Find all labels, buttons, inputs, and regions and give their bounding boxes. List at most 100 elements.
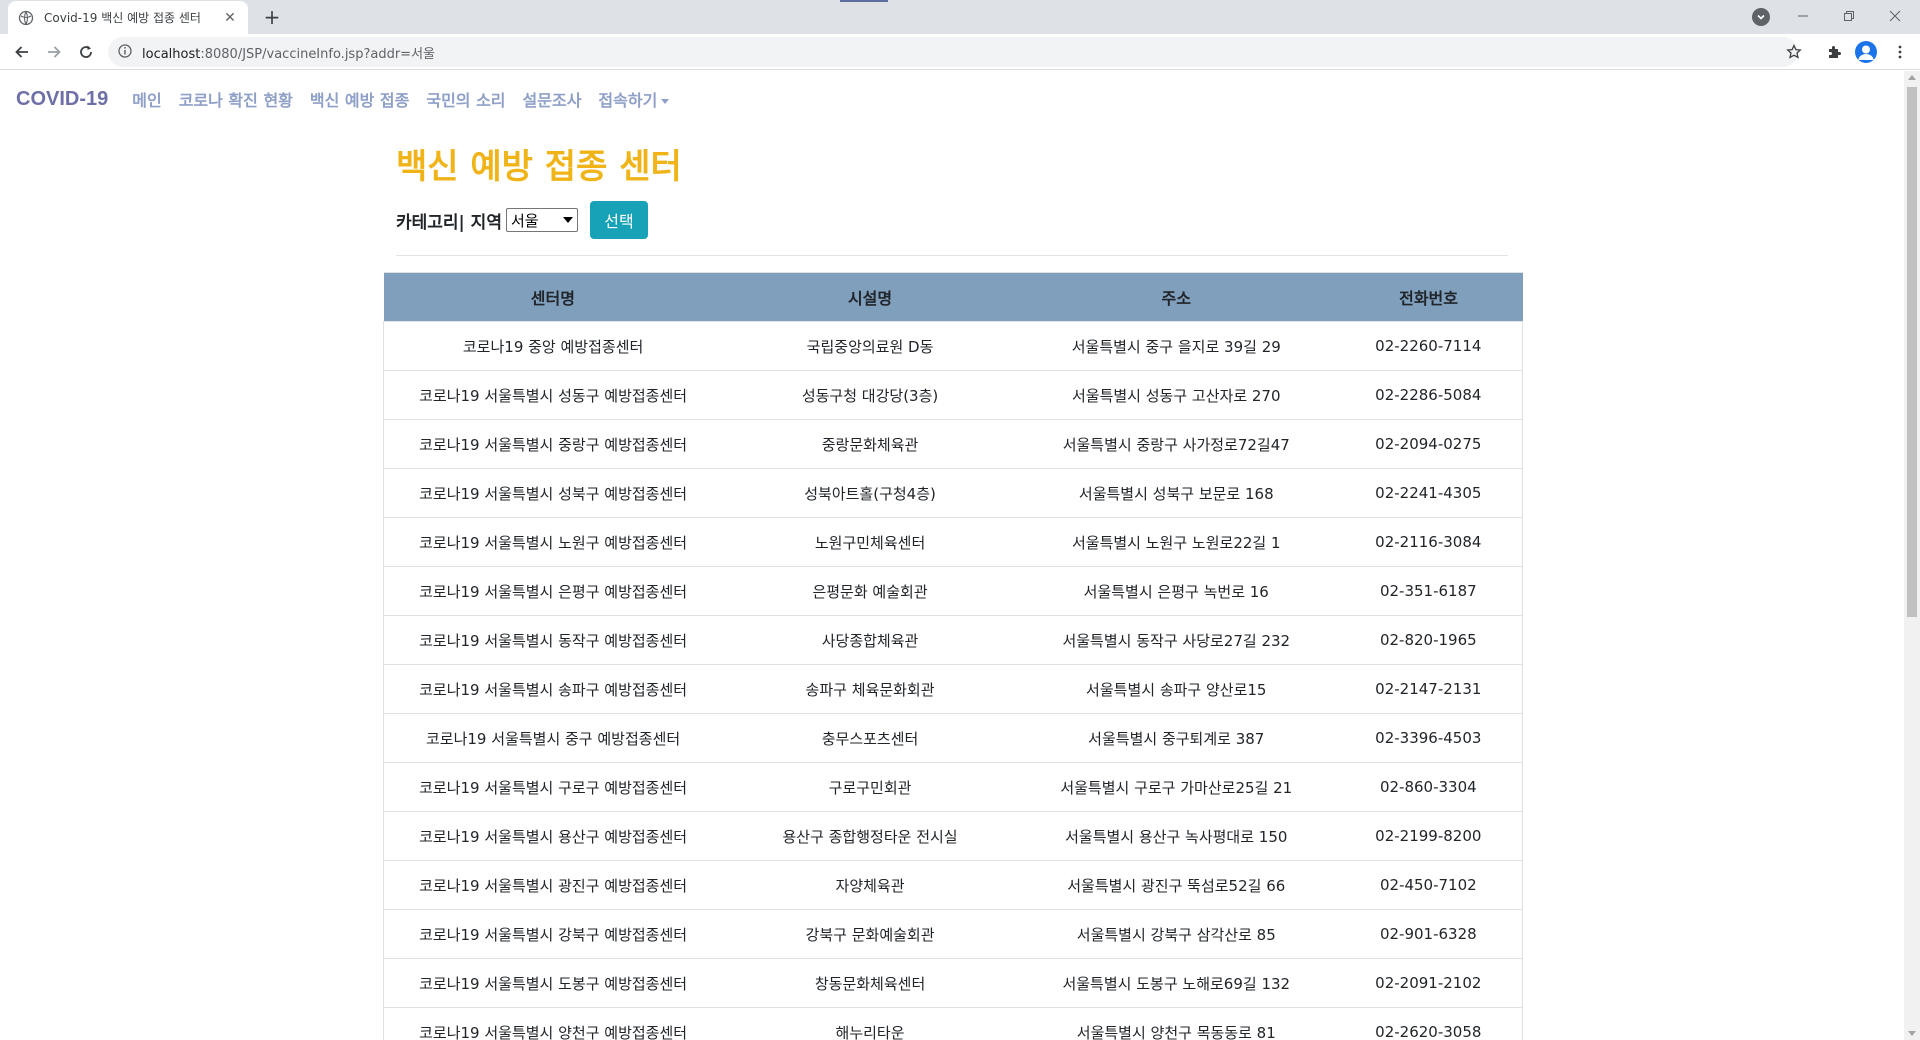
tab-search-icon[interactable] — [1752, 8, 1770, 26]
vaccine-center-table-wrap: 센터명 시설명 주소 전화번호 코로나19 중앙 예방접종센터 국립중앙의료원 D… — [383, 272, 1523, 1040]
facility-cell: 구로구민회관 — [722, 762, 1018, 812]
info-icon[interactable] — [118, 43, 132, 62]
bookmark-star-icon[interactable] — [1780, 38, 1808, 66]
facility-cell: 사당종합체육관 — [722, 615, 1018, 665]
kebab-menu-icon[interactable] — [1886, 38, 1914, 66]
filter-row: 카테고리| 지역 서울 선택 — [396, 200, 648, 240]
table-row: 코로나19 서울특별시 중랑구 예방접종센터 중랑문화체육관 서울특별시 중랑구 사… — [383, 419, 1523, 469]
nav-link-voice[interactable]: 국민의 소리 — [426, 87, 505, 111]
address-cell: 서울특별시 성북구 보문로 168 — [1017, 468, 1335, 518]
restore-window-icon[interactable] — [1826, 0, 1872, 32]
address-cell: 서울특별시 노원구 노원로22길 1 — [1017, 517, 1335, 567]
scroll-down-arrow-icon[interactable] — [1908, 1031, 1916, 1036]
browser-tab[interactable]: Covid-19 백신 예방 접종 센터 ✕ — [8, 1, 248, 34]
center-name-cell: 코로나19 중앙 예방접종센터 — [383, 321, 723, 371]
facility-cell: 은평문화 예술회관 — [722, 566, 1018, 616]
url-text: localhost:8080/JSP/vaccineInfo.jsp?addr=… — [142, 43, 435, 62]
nav-dropdown-connect[interactable]: 접속하기 — [598, 87, 670, 111]
center-name-cell: 코로나19 서울특별시 도봉구 예방접종센터 — [383, 958, 723, 1008]
facility-cell: 노원구민체육센터 — [722, 517, 1018, 567]
close-tab-icon[interactable]: ✕ — [222, 10, 238, 26]
address-cell: 서울특별시 중구퇴계로 387 — [1017, 713, 1335, 763]
page-viewport: COVID-19 메인 코로나 확진 현황 백신 예방 접종 국민의 소리 설문… — [0, 71, 1904, 1040]
center-name-cell: 코로나19 서울특별시 양천구 예방접종센터 — [383, 1007, 723, 1040]
browser-tabstrip: Covid-19 백신 예방 접종 센터 ✕ + — [0, 0, 1920, 34]
table-row: 코로나19 서울특별시 성동구 예방접종센터 성동구청 대강당(3층) 서울특별시 … — [383, 370, 1523, 420]
minimize-window-icon[interactable] — [1780, 0, 1826, 32]
address-cell: 서울특별시 송파구 양산로15 — [1017, 664, 1335, 714]
address-cell: 서울특별시 중구 을지로 39길 29 — [1017, 321, 1335, 371]
facility-cell: 충무스포츠센터 — [722, 713, 1018, 763]
nav-link-vaccine[interactable]: 백신 예방 접종 — [310, 87, 409, 111]
scroll-up-arrow-icon[interactable] — [1908, 75, 1916, 80]
address-cell: 서울특별시 광진구 뚝섬로52길 66 — [1017, 860, 1335, 910]
select-button[interactable]: 선택 — [589, 201, 648, 239]
address-cell: 서울특별시 용산구 녹사평대로 150 — [1017, 811, 1335, 861]
table-row: 코로나19 서울특별시 송파구 예방접종센터 송파구 체육문화회관 서울특별시 송파… — [383, 664, 1523, 714]
column-header-address: 주소 — [1017, 272, 1335, 322]
table-row: 코로나19 서울특별시 양천구 예방접종센터 해누리타운 서울특별시 양천구 목동동… — [383, 1007, 1523, 1040]
phone-cell: 02-2147-2131 — [1334, 664, 1523, 714]
nav-link-survey[interactable]: 설문조사 — [523, 87, 582, 111]
address-cell: 서울특별시 구로구 가마산로25길 21 — [1017, 762, 1335, 812]
address-bar[interactable]: localhost:8080/JSP/vaccineInfo.jsp?addr=… — [108, 37, 1798, 67]
center-name-cell: 코로나19 서울특별시 송파구 예방접종센터 — [383, 664, 723, 714]
address-cell: 서울특별시 양천구 목동동로 81 — [1017, 1007, 1335, 1040]
table-row: 코로나19 서울특별시 은평구 예방접종센터 은평문화 예술회관 서울특별시 은평구… — [383, 566, 1523, 616]
scrollbar-thumb[interactable] — [1907, 87, 1917, 617]
phone-cell: 02-901-6328 — [1334, 909, 1523, 959]
center-name-cell: 코로나19 서울특별시 성북구 예방접종센터 — [383, 468, 723, 518]
table-row: 코로나19 서울특별시 도봉구 예방접종센터 창동문화체육센터 서울특별시 도봉구 … — [383, 958, 1523, 1008]
phone-cell: 02-820-1965 — [1334, 615, 1523, 665]
phone-cell: 02-2286-5084 — [1334, 370, 1523, 420]
forward-arrow-icon[interactable] — [40, 38, 68, 66]
phone-cell: 02-3396-4503 — [1334, 713, 1523, 763]
url-host: localhost — [142, 46, 201, 62]
facility-cell: 중랑문화체육관 — [722, 419, 1018, 469]
caret-down-icon — [661, 99, 670, 104]
region-select[interactable]: 서울 — [505, 208, 578, 232]
table-row: 코로나19 서울특별시 중구 예방접종센터 충무스포츠센터 서울특별시 중구퇴계로 … — [383, 713, 1523, 763]
extensions-puzzle-icon[interactable] — [1820, 38, 1848, 66]
nav-link-main[interactable]: 메인 — [132, 87, 161, 111]
address-cell: 서울특별시 성동구 고산자로 270 — [1017, 370, 1335, 420]
column-header-center-name: 센터명 — [383, 272, 723, 322]
facility-cell: 해누리타운 — [722, 1007, 1018, 1040]
reload-icon[interactable] — [72, 38, 100, 66]
nav-link-covid-status[interactable]: 코로나 확진 현황 — [179, 87, 293, 111]
table-row: 코로나19 서울특별시 구로구 예방접종센터 구로구민회관 서울특별시 구로구 가마… — [383, 762, 1523, 812]
page-title: 백신 예방 접종 센터 — [396, 147, 682, 187]
browser-toolbar: localhost:8080/JSP/vaccineInfo.jsp?addr=… — [0, 34, 1920, 70]
facility-cell: 창동문화체육센터 — [722, 958, 1018, 1008]
table-row: 코로나19 서울특별시 광진구 예방접종센터 자양체육관 서울특별시 광진구 뚝섬로… — [383, 860, 1523, 910]
column-header-phone: 전화번호 — [1334, 272, 1523, 322]
facility-cell: 용산구 종합행정타운 전시실 — [722, 811, 1018, 861]
table-header-row: 센터명 시설명 주소 전화번호 — [383, 272, 1523, 322]
center-name-cell: 코로나19 서울특별시 중랑구 예방접종센터 — [383, 419, 723, 469]
center-name-cell: 코로나19 서울특별시 강북구 예방접종센터 — [383, 909, 723, 959]
phone-cell: 02-351-6187 — [1334, 566, 1523, 616]
phone-cell: 02-2199-8200 — [1334, 811, 1523, 861]
facility-cell: 송파구 체육문화회관 — [722, 664, 1018, 714]
close-window-icon[interactable] — [1872, 0, 1918, 32]
center-name-cell: 코로나19 서울특별시 노원구 예방접종센터 — [383, 517, 723, 567]
navbar-brand[interactable]: COVID-19 — [16, 88, 108, 111]
divider — [396, 255, 1508, 256]
chevron-down-icon — [562, 217, 573, 223]
address-cell: 서울특별시 도봉구 노해로69길 132 — [1017, 958, 1335, 1008]
back-arrow-icon[interactable] — [8, 38, 36, 66]
table-row: 코로나19 서울특별시 동작구 예방접종센터 사당종합체육관 서울특별시 동작구 사… — [383, 615, 1523, 665]
tab-indicator — [840, 0, 888, 2]
profile-avatar-icon[interactable] — [1855, 41, 1877, 63]
address-cell: 서울특별시 동작구 사당로27길 232 — [1017, 615, 1335, 665]
page-scrollbar[interactable] — [1904, 71, 1920, 1040]
new-tab-button[interactable]: + — [258, 4, 286, 32]
center-name-cell: 코로나19 서울특별시 은평구 예방접종센터 — [383, 566, 723, 616]
phone-cell: 02-450-7102 — [1334, 860, 1523, 910]
center-name-cell: 코로나19 서울특별시 용산구 예방접종센터 — [383, 811, 723, 861]
phone-cell: 02-2094-0275 — [1334, 419, 1523, 469]
url-path: :8080/JSP/vaccineInfo.jsp?addr=서울 — [200, 46, 435, 62]
center-name-cell: 코로나19 서울특별시 성동구 예방접종센터 — [383, 370, 723, 420]
table-row: 코로나19 서울특별시 강북구 예방접종센터 강북구 문화예술회관 서울특별시 강북… — [383, 909, 1523, 959]
site-navbar: COVID-19 메인 코로나 확진 현황 백신 예방 접종 국민의 소리 설문… — [0, 71, 1904, 127]
